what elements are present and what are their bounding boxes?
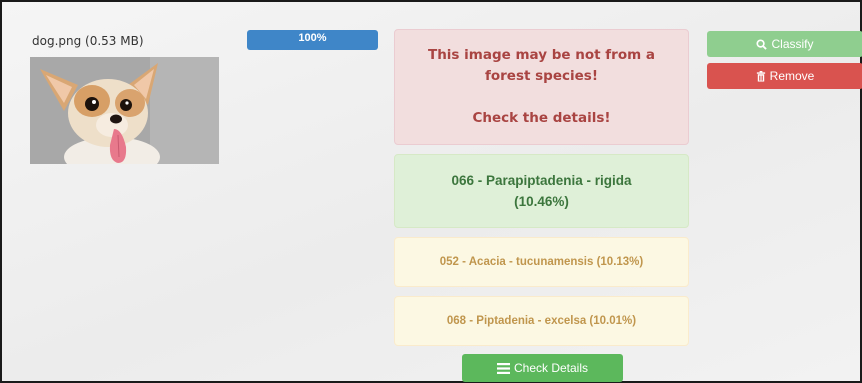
species-result: 068 - Piptadenia - excelsa (10.01%): [394, 296, 689, 346]
classify-button[interactable]: Classify: [707, 31, 862, 57]
check-details-button[interactable]: Check Details: [462, 354, 623, 382]
top-species-result: 066 - Parapiptadenia - rigida (10.46%): [394, 154, 689, 228]
alert-line: forest species!: [485, 68, 598, 84]
alert-line: This image may be not from a: [427, 47, 655, 63]
classify-label: Classify: [771, 37, 814, 51]
search-icon: [756, 38, 768, 50]
image-thumbnail: [30, 57, 219, 164]
list-icon: [496, 362, 510, 374]
upload-panel: dog.png (0.53 MB) 100% This image may be…: [0, 0, 862, 383]
check-details-label: Check Details: [513, 361, 589, 375]
remove-label: Remove: [769, 69, 815, 83]
species-result: 052 - Acacia - tucunamensis (10.13%): [394, 237, 689, 287]
progress-fill: 100%: [247, 30, 378, 50]
file-name: dog.png (0.53 MB): [32, 34, 144, 48]
alert-line: Check the details!: [472, 110, 611, 126]
upload-progress-bar: 100%: [247, 30, 378, 50]
trash-icon: [756, 70, 766, 82]
result-score: (10.46%): [514, 194, 569, 209]
result-label: 066 - Parapiptadenia - rigida: [451, 173, 632, 188]
not-forest-species-alert: This image may be not from a forest spec…: [394, 29, 689, 145]
remove-button[interactable]: Remove: [707, 63, 862, 89]
